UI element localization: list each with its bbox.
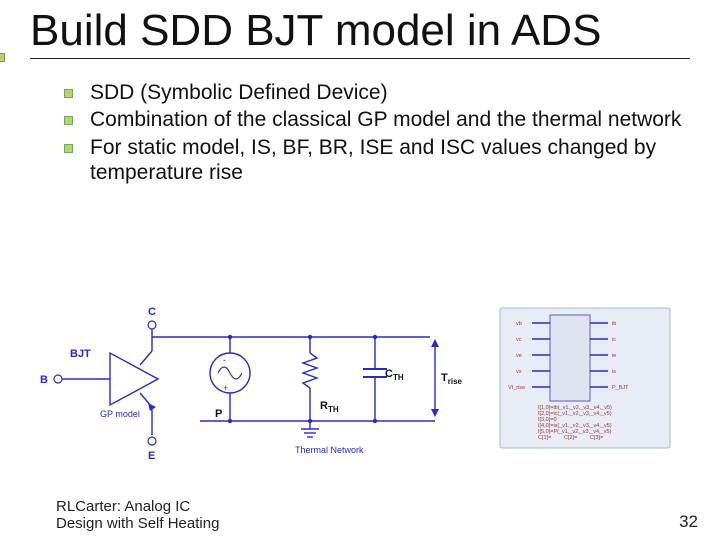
terminal-c-label: C bbox=[148, 306, 156, 318]
svg-text:ve: ve bbox=[516, 353, 522, 359]
bullet-item: For static model, IS, BF, BR, ISE and IS… bbox=[90, 135, 690, 185]
svg-text:vs: vs bbox=[516, 369, 522, 375]
cth-label: C bbox=[385, 368, 393, 380]
bullet-item: SDD (Symbolic Defined Device) bbox=[90, 80, 690, 105]
bjt-label: BJT bbox=[70, 348, 91, 360]
gp-model-label: GP model bbox=[100, 409, 140, 419]
terminal-e-label: E bbox=[148, 450, 155, 462]
svg-text:P_BJT: P_BJT bbox=[612, 385, 629, 391]
svg-text:-: - bbox=[223, 355, 226, 365]
svg-text:C[1]=: C[1]= bbox=[538, 435, 551, 441]
circuit-diagram: C B BJT GP model E + - P bbox=[40, 303, 680, 483]
svg-text:RTH: RTH bbox=[320, 400, 339, 414]
svg-text:C[2]=: C[2]= bbox=[564, 435, 577, 441]
svg-text:ib: ib bbox=[612, 321, 616, 327]
svg-text:+: + bbox=[223, 383, 228, 393]
bullet-list: SDD (Symbolic Defined Device) Combinatio… bbox=[30, 80, 690, 185]
thermal-network-label: Thermal Network bbox=[295, 445, 364, 455]
svg-text:C[3]=: C[3]= bbox=[590, 435, 603, 441]
slide-title: Build SDD BJT model in ADS bbox=[30, 8, 690, 59]
svg-text:ie: ie bbox=[612, 353, 616, 359]
svg-text:is: is bbox=[612, 369, 616, 375]
rth-label: R bbox=[320, 400, 328, 412]
p-source-label: P bbox=[215, 408, 222, 420]
bullet-item: Combination of the classical GP model an… bbox=[90, 107, 690, 132]
page-number: 32 bbox=[679, 512, 698, 532]
footer-text: RLCarter: Analog IC Design with Self Hea… bbox=[56, 498, 226, 533]
svg-text:ic: ic bbox=[612, 337, 616, 343]
svg-text:Vt_rise: Vt_rise bbox=[508, 385, 525, 391]
sdd-equations: I[1,0]=ib(_v1,_v2,_v3,_v4,_v5) I[2,0]=ic… bbox=[538, 405, 612, 441]
svg-text:CTH: CTH bbox=[385, 368, 404, 382]
svg-text:vb: vb bbox=[516, 321, 522, 327]
terminal-b-label: B bbox=[40, 374, 48, 386]
svg-text:Trise: Trise bbox=[441, 372, 463, 386]
svg-text:vc: vc bbox=[516, 337, 522, 343]
